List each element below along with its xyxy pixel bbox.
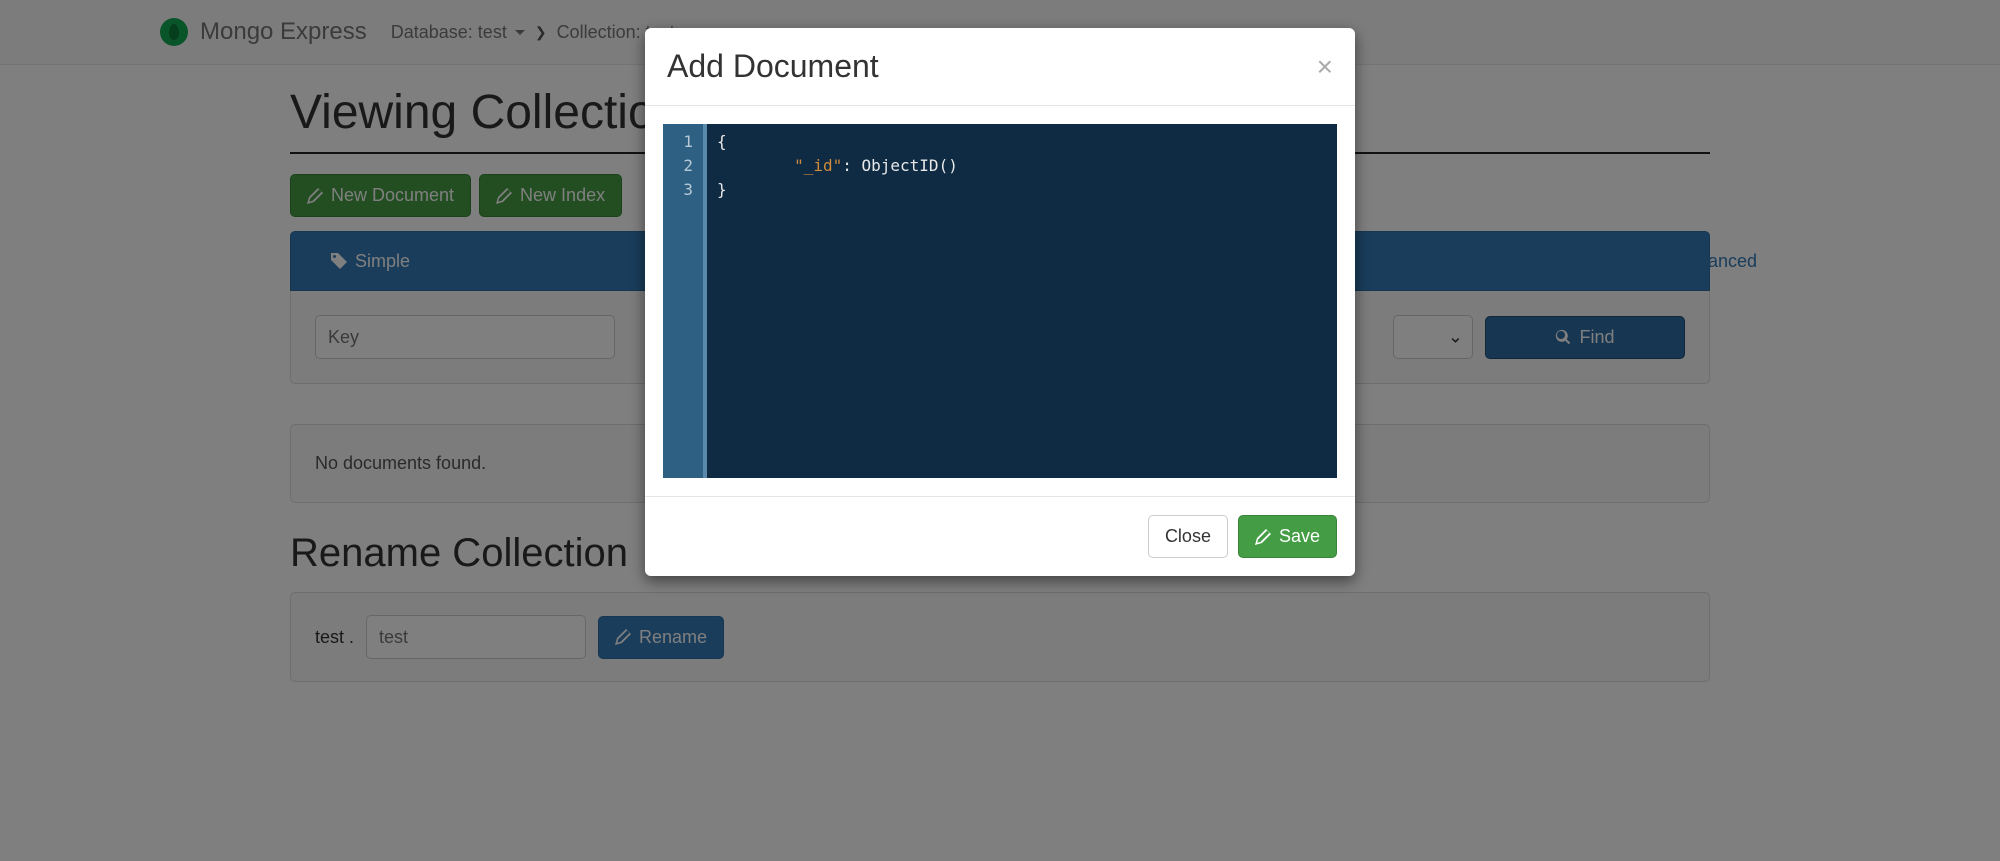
pencil-icon	[1255, 529, 1271, 545]
line-number: 3	[673, 178, 693, 202]
line-number: 2	[673, 154, 693, 178]
line-number: 1	[673, 130, 693, 154]
json-editor[interactable]: 1 2 3 { "_id": ObjectID() }	[663, 124, 1337, 478]
editor-gutter: 1 2 3	[663, 124, 703, 478]
modal-header: Add Document ×	[645, 28, 1355, 106]
add-document-modal: Add Document × 1 2 3 { "_id": ObjectID()…	[645, 28, 1355, 576]
close-icon[interactable]: ×	[1317, 53, 1333, 81]
save-button[interactable]: Save	[1238, 515, 1337, 558]
close-button[interactable]: Close	[1148, 515, 1228, 558]
modal-title: Add Document	[667, 48, 879, 85]
modal-overlay[interactable]: Add Document × 1 2 3 { "_id": ObjectID()…	[0, 0, 2000, 861]
editor-code[interactable]: { "_id": ObjectID() }	[703, 124, 1337, 478]
modal-body: 1 2 3 { "_id": ObjectID() }	[645, 106, 1355, 496]
modal-footer: Close Save	[645, 496, 1355, 576]
